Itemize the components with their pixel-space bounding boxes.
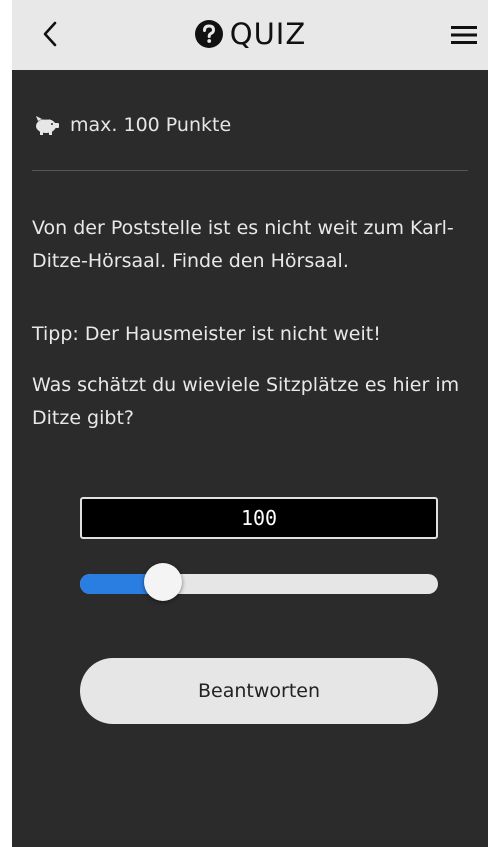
divider [32, 170, 468, 171]
page-title: QUIZ [229, 17, 307, 51]
quiz-screen: QUIZ max. 100 Punkte Von der Poststelle … [12, 0, 488, 847]
question-prompt: Was schätzt du wieviele Sitzplätze es hi… [32, 374, 460, 429]
max-points-info: max. 100 Punkte [32, 110, 231, 140]
answer-value-field[interactable]: 100 [80, 497, 438, 539]
page-title-group: QUIZ [12, 8, 488, 60]
top-bar: QUIZ [12, 0, 488, 70]
max-points-label: max. 100 Punkte [70, 114, 232, 136]
slider-thumb[interactable] [144, 563, 182, 601]
hamburger-menu-icon [451, 26, 477, 44]
question-tip: Tipp: Der Hausmeister ist nicht weit! [32, 323, 381, 345]
question-circle-icon [194, 20, 223, 48]
submit-answer-button[interactable]: Beantworten [80, 658, 438, 724]
answer-slider[interactable] [80, 563, 438, 601]
question-intro: Von der Poststelle ist es nicht weit zum… [32, 217, 454, 272]
piggy-bank-icon [36, 116, 59, 135]
menu-button[interactable] [446, 18, 482, 52]
